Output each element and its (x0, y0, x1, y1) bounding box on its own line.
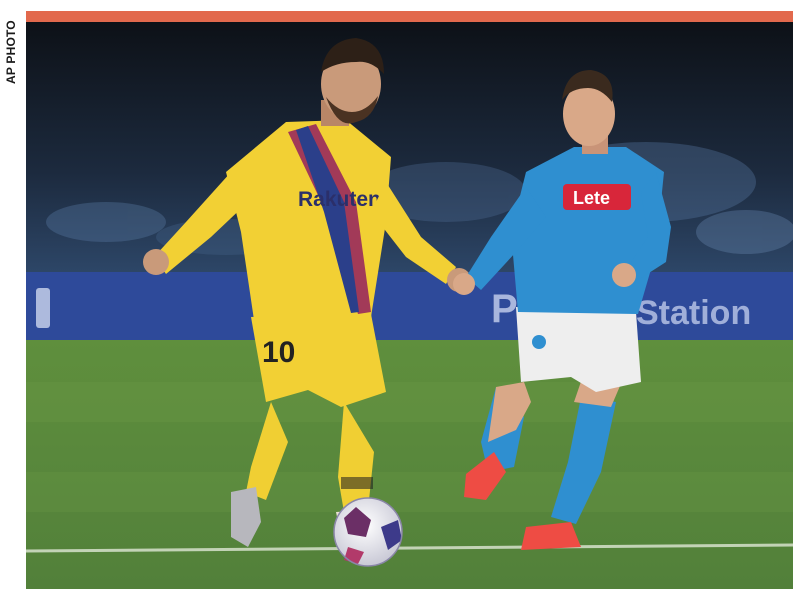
hoarding-logo-2: Station (636, 294, 751, 332)
photo-page: AP PHOTO P Station 10 Rakuten Lete (0, 0, 793, 589)
accent-bar (26, 11, 793, 22)
jersey-sponsor-left: Rakuten (298, 188, 381, 211)
hoarding-logo: P (491, 287, 518, 331)
jersey-sponsor-right: Lete (573, 188, 610, 208)
football (333, 497, 403, 567)
photo-credit: AP PHOTO (0, 0, 26, 120)
pitch (26, 340, 793, 589)
photo-credit-text: AP PHOTO (4, 20, 18, 84)
match-photo: P Station 10 Rakuten Lete (26, 22, 793, 589)
jersey-number: 10 (262, 336, 295, 369)
